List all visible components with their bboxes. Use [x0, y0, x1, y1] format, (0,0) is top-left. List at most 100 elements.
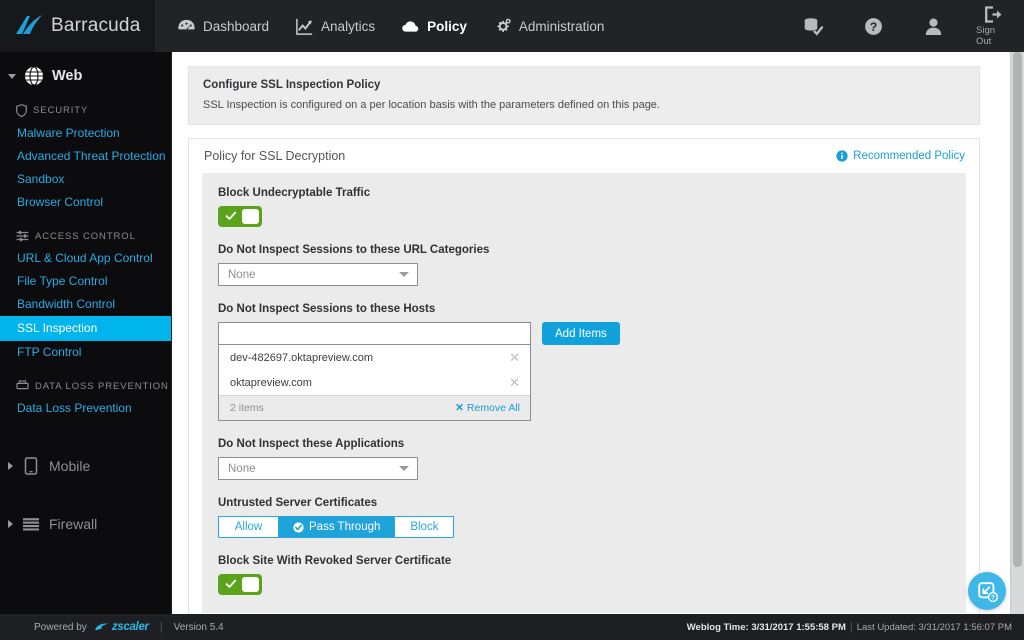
activation-database-check-icon [804, 17, 823, 36]
list-item[interactable]: dev-482697.oktapreview.com ✕ [219, 345, 530, 370]
sidebar-group-mobile[interactable]: Mobile [0, 442, 171, 488]
toggle-revoked-cert[interactable] [218, 574, 262, 595]
sidebar-group-firewall[interactable]: Firewall [0, 500, 171, 546]
sidebar-section-label-security: SECURITY [33, 105, 89, 116]
nav-item-analytics[interactable]: Analytics [295, 0, 375, 52]
hosts-input[interactable] [218, 322, 531, 345]
field-hosts: Do Not Inspect Sessions to these Hosts d… [218, 303, 950, 421]
segment-block[interactable]: Block [394, 516, 455, 538]
sidebar-item-data-loss-prevention[interactable]: Data Loss Prevention [0, 397, 171, 420]
label-applications: Do Not Inspect these Applications [218, 438, 405, 450]
chevron-down-icon-select-1 [399, 272, 409, 277]
remove-host-icon[interactable]: ✕ [509, 351, 520, 364]
hosts-list-footer: 2 items ✕ Remove All [219, 395, 530, 420]
sidebar-section-label-access-control: ACCESS CONTROL [35, 230, 136, 242]
sidebar-navigation: Web SECURITY Malware Protection Advanced… [0, 52, 172, 614]
sidebar-item-bandwidth-control[interactable]: Bandwidth Control [0, 293, 171, 316]
top-right-actions: ? Sign Out [796, 0, 1010, 52]
zscaler-swoosh-icon [94, 623, 108, 630]
segment-allow-label: Allow [234, 521, 263, 533]
footer-divider: | [159, 621, 163, 633]
field-revoked-cert: Block Site With Revoked Server Certifica… [218, 555, 950, 595]
page-intro-panel: Configure SSL Inspection Policy SSL Insp… [188, 66, 980, 125]
globe-icon [25, 66, 43, 86]
toggle-knob-2 [242, 577, 259, 592]
list-item[interactable]: oktapreview.com ✕ [219, 370, 530, 395]
segmented-untrusted-certs: Allow Pass Through Block [218, 516, 950, 538]
segment-pass-through-label: Pass Through [309, 521, 381, 533]
main-nav: Dashboard Analytics Policy Administratio… [177, 0, 604, 52]
zscaler-name: zscaler [111, 621, 149, 633]
label-revoked-cert: Block Site With Revoked Server Certifica… [218, 555, 452, 567]
select-applications-value: None [228, 462, 256, 475]
nav-item-dashboard[interactable]: Dashboard [177, 0, 269, 52]
last-updated: Last Updated: 3/31/2017 1:56:07 PM [856, 621, 1012, 633]
nav-item-administration[interactable]: Administration [493, 0, 604, 52]
ssl-card-title: Policy for SSL Decryption [204, 149, 346, 163]
sliders-icon [16, 230, 29, 242]
sidebar-group-title-web: Web [52, 68, 83, 84]
check-circle-icon [293, 521, 304, 533]
page-scrollbar-thumb[interactable] [1013, 52, 1022, 567]
recommended-policy-link[interactable]: Recommended Policy [836, 150, 965, 162]
select-url-categories[interactable]: None [218, 263, 418, 286]
analytics-chart-icon [296, 18, 313, 35]
brand-name: Barracuda [51, 15, 141, 36]
content-scroll-region: Configure SSL Inspection Policy SSL Insp… [172, 52, 996, 614]
hosts-count-label: 2 items [230, 402, 264, 414]
hosts-list: dev-482697.oktapreview.com ✕ oktapreview… [218, 345, 531, 421]
dashboard-gauge-icon [178, 19, 195, 29]
segment-pass-through[interactable]: Pass Through [278, 516, 395, 538]
sidebar-section-security: SECURITY [0, 98, 171, 122]
firewall-bars-icon [23, 518, 39, 531]
host-name: oktapreview.com [230, 376, 312, 389]
close-icon: ✕ [455, 402, 464, 414]
sidebar-item-url-cloud-app-control[interactable]: URL & Cloud App Control [0, 247, 171, 270]
help-button[interactable]: ? [856, 17, 890, 36]
sign-out-button[interactable]: Sign Out [976, 5, 1010, 47]
add-items-button[interactable]: Add Items [542, 322, 620, 345]
sidebar-group-web[interactable]: Web [0, 52, 171, 98]
host-name: dev-482697.oktapreview.com [230, 351, 374, 364]
shield-icon [16, 104, 27, 117]
sidebar-item-browser-control[interactable]: Browser Control [0, 191, 171, 214]
nav-item-policy[interactable]: Policy [401, 0, 467, 52]
select-url-categories-value: None [228, 268, 256, 281]
page-title: Configure SSL Inspection Policy [203, 79, 381, 91]
user-account-button[interactable] [916, 17, 950, 36]
application-window: Barracuda Dashboard Analytics Policy Adm… [0, 0, 1024, 640]
expand-help-icon: ? [977, 581, 998, 602]
sidebar-section-access-control: ACCESS CONTROL [0, 224, 171, 247]
remove-host-icon[interactable]: ✕ [509, 376, 520, 389]
nav-label-dashboard: Dashboard [203, 18, 270, 34]
printer-icon [16, 380, 29, 390]
user-account-icon [925, 18, 941, 35]
field-block-undecryptable: Block Undecryptable Traffic [218, 187, 950, 227]
ssl-decryption-card: Policy for SSL Decryption Recommended Po… [188, 138, 980, 614]
sidebar-group-title-firewall: Firewall [49, 516, 98, 532]
toggle-block-undecryptable[interactable] [218, 206, 262, 227]
remove-all-button[interactable]: ✕ Remove All [455, 402, 520, 414]
sidebar-item-ftp-control[interactable]: FTP Control [0, 341, 171, 364]
activation-button[interactable] [796, 17, 830, 36]
ssl-card-body: Block Undecryptable Traffic Do Not Inspe… [202, 173, 966, 613]
field-applications: Do Not Inspect these Applications None [218, 438, 950, 480]
segment-allow[interactable]: Allow [218, 516, 278, 538]
sidebar-item-sandbox[interactable]: Sandbox [0, 168, 171, 191]
check-icon-2 [225, 579, 237, 588]
sidebar-item-malware-protection[interactable]: Malware Protection [0, 122, 171, 145]
select-applications[interactable]: None [218, 457, 418, 480]
sidebar-item-advanced-threat-protection[interactable]: Advanced Threat Protection [0, 145, 171, 168]
info-icon [836, 150, 848, 162]
support-fab-button[interactable]: ? [968, 572, 1006, 610]
sidebar-item-file-type-control[interactable]: File Type Control [0, 270, 171, 293]
sidebar-section-dlp: DATA LOSS PREVENTION [0, 374, 171, 397]
page-scrollbar-track[interactable] [1010, 52, 1024, 614]
zscaler-logo: zscaler [94, 621, 149, 633]
administration-gears-icon [497, 18, 511, 32]
brand-logo[interactable]: Barracuda [0, 0, 155, 52]
sidebar-item-ssl-inspection[interactable]: SSL Inspection [0, 316, 171, 341]
